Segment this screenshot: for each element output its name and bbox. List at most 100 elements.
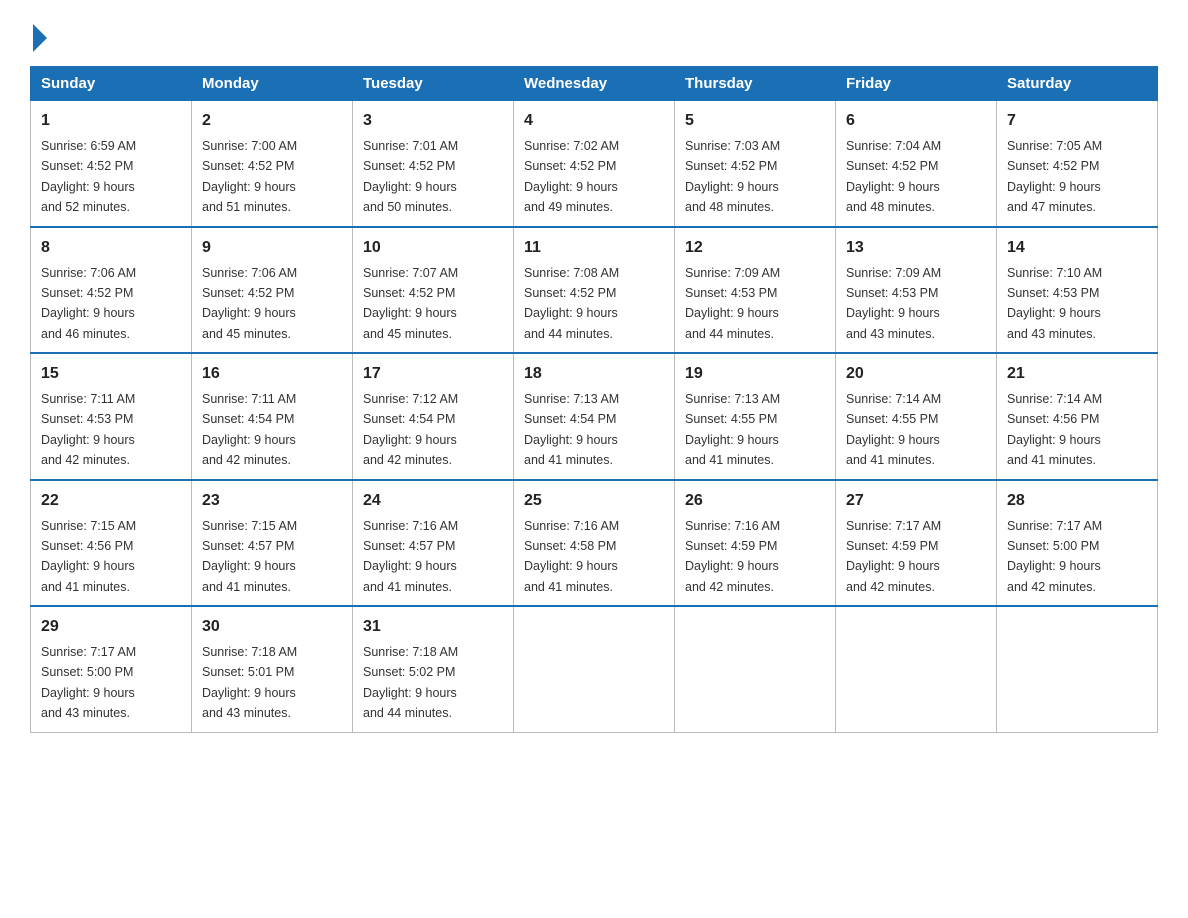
day-info: Sunrise: 7:04 AMSunset: 4:52 PMDaylight:… <box>846 139 941 214</box>
calendar-day-cell <box>836 606 997 732</box>
day-number: 17 <box>363 362 503 386</box>
calendar-week-row: 29 Sunrise: 7:17 AMSunset: 5:00 PMDaylig… <box>31 606 1158 732</box>
day-info: Sunrise: 7:15 AMSunset: 4:57 PMDaylight:… <box>202 519 297 594</box>
day-info: Sunrise: 7:09 AMSunset: 4:53 PMDaylight:… <box>846 266 941 341</box>
calendar-day-cell: 15 Sunrise: 7:11 AMSunset: 4:53 PMDaylig… <box>31 353 192 480</box>
day-info: Sunrise: 7:16 AMSunset: 4:59 PMDaylight:… <box>685 519 780 594</box>
calendar-day-cell: 7 Sunrise: 7:05 AMSunset: 4:52 PMDayligh… <box>997 101 1158 227</box>
calendar-day-cell: 27 Sunrise: 7:17 AMSunset: 4:59 PMDaylig… <box>836 480 997 607</box>
weekday-header-row: SundayMondayTuesdayWednesdayThursdayFrid… <box>31 67 1158 101</box>
day-number: 30 <box>202 615 342 639</box>
day-number: 2 <box>202 109 342 133</box>
day-info: Sunrise: 7:10 AMSunset: 4:53 PMDaylight:… <box>1007 266 1102 341</box>
calendar-week-row: 22 Sunrise: 7:15 AMSunset: 4:56 PMDaylig… <box>31 480 1158 607</box>
day-info: Sunrise: 7:06 AMSunset: 4:52 PMDaylight:… <box>41 266 136 341</box>
calendar-day-cell: 25 Sunrise: 7:16 AMSunset: 4:58 PMDaylig… <box>514 480 675 607</box>
day-info: Sunrise: 7:12 AMSunset: 4:54 PMDaylight:… <box>363 392 458 467</box>
day-number: 26 <box>685 489 825 513</box>
calendar-day-cell: 23 Sunrise: 7:15 AMSunset: 4:57 PMDaylig… <box>192 480 353 607</box>
day-number: 28 <box>1007 489 1147 513</box>
calendar-day-cell: 10 Sunrise: 7:07 AMSunset: 4:52 PMDaylig… <box>353 227 514 354</box>
calendar-day-cell: 16 Sunrise: 7:11 AMSunset: 4:54 PMDaylig… <box>192 353 353 480</box>
day-number: 15 <box>41 362 181 386</box>
calendar-day-cell: 9 Sunrise: 7:06 AMSunset: 4:52 PMDayligh… <box>192 227 353 354</box>
calendar-week-row: 1 Sunrise: 6:59 AMSunset: 4:52 PMDayligh… <box>31 101 1158 227</box>
calendar-day-cell: 21 Sunrise: 7:14 AMSunset: 4:56 PMDaylig… <box>997 353 1158 480</box>
day-number: 3 <box>363 109 503 133</box>
calendar-day-cell: 17 Sunrise: 7:12 AMSunset: 4:54 PMDaylig… <box>353 353 514 480</box>
weekday-header-tuesday: Tuesday <box>353 67 514 101</box>
day-number: 10 <box>363 236 503 260</box>
calendar-day-cell: 4 Sunrise: 7:02 AMSunset: 4:52 PMDayligh… <box>514 101 675 227</box>
day-number: 27 <box>846 489 986 513</box>
day-info: Sunrise: 7:03 AMSunset: 4:52 PMDaylight:… <box>685 139 780 214</box>
calendar-day-cell: 18 Sunrise: 7:13 AMSunset: 4:54 PMDaylig… <box>514 353 675 480</box>
day-info: Sunrise: 7:16 AMSunset: 4:57 PMDaylight:… <box>363 519 458 594</box>
day-number: 13 <box>846 236 986 260</box>
calendar-day-cell: 1 Sunrise: 6:59 AMSunset: 4:52 PMDayligh… <box>31 101 192 227</box>
day-info: Sunrise: 7:17 AMSunset: 4:59 PMDaylight:… <box>846 519 941 594</box>
logo-arrow-icon <box>33 24 47 52</box>
calendar-week-row: 15 Sunrise: 7:11 AMSunset: 4:53 PMDaylig… <box>31 353 1158 480</box>
day-info: Sunrise: 7:11 AMSunset: 4:53 PMDaylight:… <box>41 392 135 467</box>
weekday-header-saturday: Saturday <box>997 67 1158 101</box>
day-number: 24 <box>363 489 503 513</box>
day-number: 20 <box>846 362 986 386</box>
day-info: Sunrise: 7:14 AMSunset: 4:55 PMDaylight:… <box>846 392 941 467</box>
day-number: 12 <box>685 236 825 260</box>
calendar-day-cell: 24 Sunrise: 7:16 AMSunset: 4:57 PMDaylig… <box>353 480 514 607</box>
day-number: 9 <box>202 236 342 260</box>
day-number: 6 <box>846 109 986 133</box>
day-info: Sunrise: 7:16 AMSunset: 4:58 PMDaylight:… <box>524 519 619 594</box>
calendar-day-cell: 22 Sunrise: 7:15 AMSunset: 4:56 PMDaylig… <box>31 480 192 607</box>
calendar-day-cell: 11 Sunrise: 7:08 AMSunset: 4:52 PMDaylig… <box>514 227 675 354</box>
day-number: 11 <box>524 236 664 260</box>
day-number: 23 <box>202 489 342 513</box>
day-info: Sunrise: 7:08 AMSunset: 4:52 PMDaylight:… <box>524 266 619 341</box>
page-header <box>30 20 1158 46</box>
calendar-day-cell <box>514 606 675 732</box>
calendar-day-cell: 12 Sunrise: 7:09 AMSunset: 4:53 PMDaylig… <box>675 227 836 354</box>
calendar-day-cell: 19 Sunrise: 7:13 AMSunset: 4:55 PMDaylig… <box>675 353 836 480</box>
weekday-header-friday: Friday <box>836 67 997 101</box>
weekday-header-monday: Monday <box>192 67 353 101</box>
day-info: Sunrise: 7:02 AMSunset: 4:52 PMDaylight:… <box>524 139 619 214</box>
day-info: Sunrise: 7:06 AMSunset: 4:52 PMDaylight:… <box>202 266 297 341</box>
day-number: 5 <box>685 109 825 133</box>
calendar-table: SundayMondayTuesdayWednesdayThursdayFrid… <box>30 66 1158 733</box>
calendar-week-row: 8 Sunrise: 7:06 AMSunset: 4:52 PMDayligh… <box>31 227 1158 354</box>
calendar-day-cell: 5 Sunrise: 7:03 AMSunset: 4:52 PMDayligh… <box>675 101 836 227</box>
day-info: Sunrise: 7:00 AMSunset: 4:52 PMDaylight:… <box>202 139 297 214</box>
day-info: Sunrise: 6:59 AMSunset: 4:52 PMDaylight:… <box>41 139 136 214</box>
day-number: 19 <box>685 362 825 386</box>
day-number: 29 <box>41 615 181 639</box>
day-number: 7 <box>1007 109 1147 133</box>
day-info: Sunrise: 7:15 AMSunset: 4:56 PMDaylight:… <box>41 519 136 594</box>
day-info: Sunrise: 7:17 AMSunset: 5:00 PMDaylight:… <box>41 645 136 720</box>
logo <box>30 20 47 46</box>
day-info: Sunrise: 7:14 AMSunset: 4:56 PMDaylight:… <box>1007 392 1102 467</box>
day-number: 14 <box>1007 236 1147 260</box>
calendar-day-cell: 29 Sunrise: 7:17 AMSunset: 5:00 PMDaylig… <box>31 606 192 732</box>
day-number: 4 <box>524 109 664 133</box>
day-info: Sunrise: 7:13 AMSunset: 4:54 PMDaylight:… <box>524 392 619 467</box>
calendar-day-cell <box>997 606 1158 732</box>
day-info: Sunrise: 7:17 AMSunset: 5:00 PMDaylight:… <box>1007 519 1102 594</box>
calendar-day-cell: 14 Sunrise: 7:10 AMSunset: 4:53 PMDaylig… <box>997 227 1158 354</box>
day-info: Sunrise: 7:05 AMSunset: 4:52 PMDaylight:… <box>1007 139 1102 214</box>
calendar-day-cell: 30 Sunrise: 7:18 AMSunset: 5:01 PMDaylig… <box>192 606 353 732</box>
weekday-header-thursday: Thursday <box>675 67 836 101</box>
calendar-day-cell: 26 Sunrise: 7:16 AMSunset: 4:59 PMDaylig… <box>675 480 836 607</box>
day-number: 22 <box>41 489 181 513</box>
day-info: Sunrise: 7:01 AMSunset: 4:52 PMDaylight:… <box>363 139 458 214</box>
calendar-day-cell: 3 Sunrise: 7:01 AMSunset: 4:52 PMDayligh… <box>353 101 514 227</box>
day-number: 18 <box>524 362 664 386</box>
weekday-header-wednesday: Wednesday <box>514 67 675 101</box>
day-number: 8 <box>41 236 181 260</box>
day-info: Sunrise: 7:18 AMSunset: 5:01 PMDaylight:… <box>202 645 297 720</box>
calendar-day-cell: 8 Sunrise: 7:06 AMSunset: 4:52 PMDayligh… <box>31 227 192 354</box>
weekday-header-sunday: Sunday <box>31 67 192 101</box>
calendar-day-cell: 28 Sunrise: 7:17 AMSunset: 5:00 PMDaylig… <box>997 480 1158 607</box>
calendar-day-cell: 13 Sunrise: 7:09 AMSunset: 4:53 PMDaylig… <box>836 227 997 354</box>
calendar-day-cell: 31 Sunrise: 7:18 AMSunset: 5:02 PMDaylig… <box>353 606 514 732</box>
